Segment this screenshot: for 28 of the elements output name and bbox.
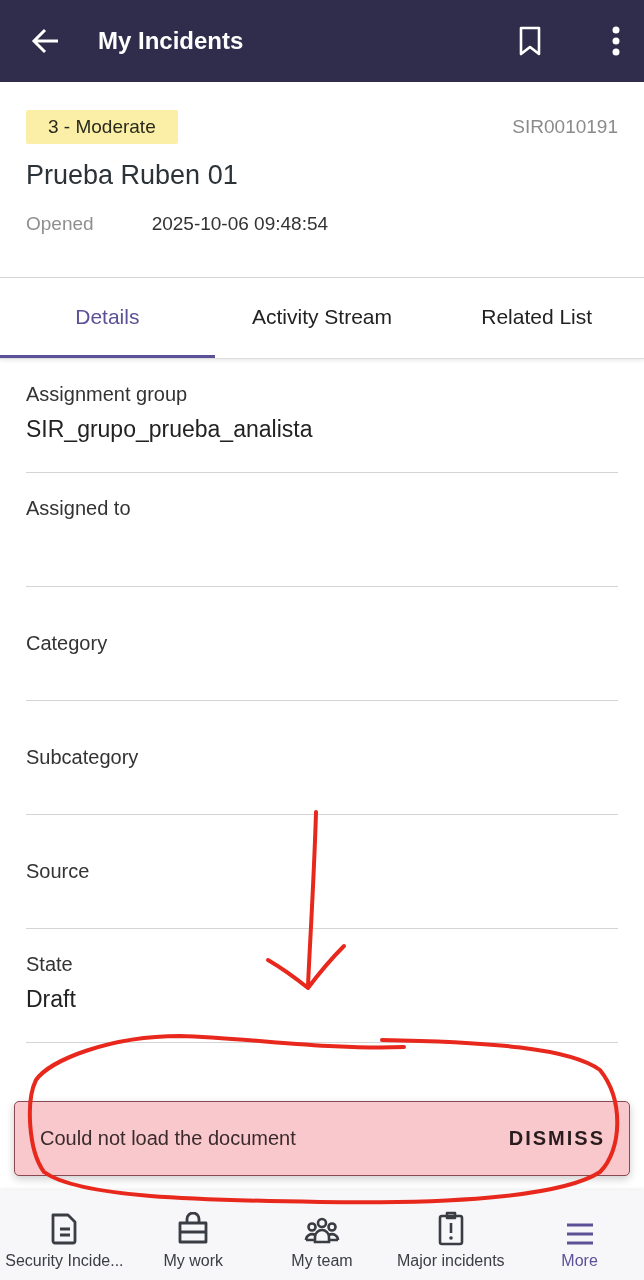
field-label: Assigned to: [26, 497, 132, 520]
record-title: Prueba Ruben 01: [26, 160, 239, 191]
opened-date: 2025-10-06 09:48:54: [151, 213, 329, 235]
toast-message: Could not load the document: [40, 1127, 296, 1150]
field-label: State: [26, 953, 74, 976]
field-label: Subcategory: [26, 746, 140, 769]
nav-item[interactable]: My work: [128, 1190, 258, 1280]
nav-item[interactable]: Major incidents: [386, 1190, 516, 1280]
nav-item[interactable]: My team: [257, 1190, 387, 1280]
tab[interactable]: Related List: [429, 278, 644, 358]
field-label: Source: [26, 860, 91, 883]
priority-badge: 3 - Moderate: [26, 110, 178, 144]
bookmark-icon[interactable]: [518, 25, 542, 57]
field-label: Category: [26, 632, 109, 655]
team-icon: [303, 1216, 341, 1246]
app-bar-title: My Incidents: [98, 27, 245, 55]
tab[interactable]: Activity Stream: [214, 278, 430, 358]
field-label: Assignment group: [26, 383, 189, 406]
nav-item[interactable]: More: [515, 1190, 644, 1280]
dismiss-button[interactable]: DISMISS: [508, 1127, 605, 1150]
field-value: SIR_grupo_prueba_analista: [26, 416, 314, 443]
opened-label: Opened: [26, 213, 94, 235]
record-number: SIR0010191: [512, 116, 618, 138]
nav-item[interactable]: Security Incide...: [0, 1190, 129, 1280]
more-options-icon[interactable]: [612, 26, 620, 56]
menu-icon: [564, 1222, 595, 1246]
field-value: Draft: [26, 986, 77, 1013]
tab[interactable]: Details: [0, 278, 215, 358]
